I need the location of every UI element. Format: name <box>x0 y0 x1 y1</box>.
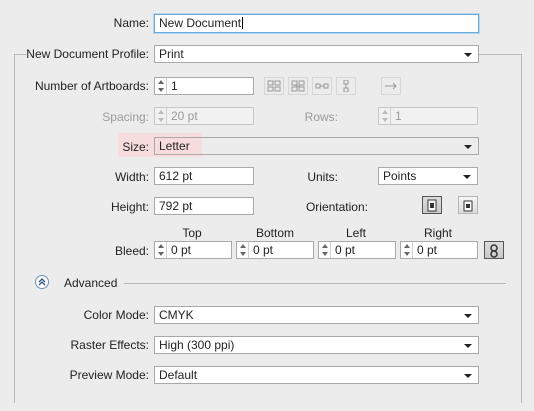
artboards-value: 1 <box>171 79 178 93</box>
size-value: Letter <box>159 139 190 153</box>
bleed-bottom-value: 0 pt <box>253 243 274 257</box>
bleed-label: Bleed: <box>114 244 149 258</box>
chevron-down-icon <box>464 145 472 149</box>
bleed-link-button[interactable] <box>484 241 504 259</box>
arrange-by-row-icon <box>315 83 329 89</box>
artboards-stepper[interactable]: 1 <box>154 77 254 95</box>
height-value: 792 pt <box>159 199 193 213</box>
landscape-icon <box>463 200 473 212</box>
grid-by-column-icon <box>291 80 305 92</box>
portrait-icon <box>427 199 437 212</box>
grid-by-row-icon <box>267 80 281 92</box>
chain-link-icon <box>490 244 498 258</box>
height-label: Height: <box>110 200 149 214</box>
advanced-divider <box>124 283 506 284</box>
bleed-right-label: Right <box>423 226 452 240</box>
stepper-arrows-icon[interactable] <box>156 79 166 93</box>
rows-stepper[interactable]: 1 <box>378 107 478 125</box>
collapse-up-icon <box>38 278 46 286</box>
advanced-label: Advanced <box>64 276 118 290</box>
chevron-down-icon <box>464 314 472 318</box>
width-value: 612 pt <box>159 169 193 183</box>
advanced-toggle-button[interactable] <box>35 275 49 289</box>
grid-by-row-button[interactable] <box>264 77 284 95</box>
bleed-right-stepper[interactable]: 0 pt <box>400 241 478 259</box>
name-value: New Document <box>159 16 242 30</box>
name-label: Name: <box>113 16 149 30</box>
stepper-arrows-icon[interactable] <box>156 243 166 257</box>
color-mode-value: CMYK <box>159 308 194 322</box>
right-to-left-button[interactable] <box>381 77 401 95</box>
arrange-by-column-icon <box>343 80 349 92</box>
units-label: Units: <box>307 170 338 184</box>
size-label: Size: <box>122 140 149 154</box>
chevron-down-icon <box>464 374 472 378</box>
text-caret <box>242 17 244 29</box>
color-mode-dropdown[interactable]: CMYK <box>154 306 479 324</box>
bleed-bottom-stepper[interactable]: 0 pt <box>236 241 314 259</box>
spacing-value: 20 pt <box>171 109 198 123</box>
profile-value: Print <box>159 47 184 61</box>
stepper-arrows-icon[interactable] <box>320 243 330 257</box>
height-input[interactable]: 792 pt <box>154 197 254 215</box>
preview-mode-dropdown[interactable]: Default <box>154 366 479 384</box>
bleed-bottom-label: Bottom <box>255 226 294 240</box>
landscape-button[interactable] <box>458 196 478 214</box>
units-dropdown[interactable]: Points <box>378 167 478 185</box>
orientation-label: Orientation: <box>305 200 368 214</box>
arrange-by-column-button[interactable] <box>336 77 356 95</box>
profile-dropdown[interactable]: Print <box>154 45 479 63</box>
bleed-top-label: Top <box>182 226 202 240</box>
portrait-button[interactable] <box>422 196 442 214</box>
bleed-top-value: 0 pt <box>171 243 192 257</box>
raster-effects-value: High (300 ppi) <box>159 338 235 352</box>
bleed-left-value: 0 pt <box>335 243 356 257</box>
stepper-arrows-icon[interactable] <box>402 243 412 257</box>
bleed-left-label: Left <box>345 226 366 240</box>
width-input[interactable]: 612 pt <box>154 167 254 185</box>
size-dropdown[interactable]: Letter <box>154 137 479 155</box>
preview-mode-value: Default <box>159 368 198 382</box>
profile-label: New Document Profile: <box>26 47 149 61</box>
rows-value: 1 <box>395 109 402 123</box>
grid-by-column-button[interactable] <box>288 77 308 95</box>
spacing-label: Spacing: <box>102 110 149 124</box>
stepper-arrows-icon[interactable] <box>238 243 248 257</box>
bleed-right-value: 0 pt <box>417 243 438 257</box>
units-value: Points <box>383 169 417 183</box>
raster-effects-label: Raster Effects: <box>70 338 149 352</box>
name-input[interactable]: New Document <box>154 14 479 33</box>
bleed-top-stepper[interactable]: 0 pt <box>154 241 232 259</box>
chevron-down-icon <box>464 344 472 348</box>
bleed-left-stepper[interactable]: 0 pt <box>318 241 396 259</box>
spacing-stepper[interactable]: 20 pt <box>154 107 254 125</box>
stepper-arrows-icon[interactable] <box>380 109 390 123</box>
preview-mode-label: Preview Mode: <box>69 368 149 382</box>
stepper-arrows-icon[interactable] <box>156 109 166 123</box>
color-mode-label: Color Mode: <box>83 308 149 322</box>
arrange-by-row-button[interactable] <box>312 77 332 95</box>
chevron-down-icon <box>464 53 472 57</box>
width-label: Width: <box>114 170 149 184</box>
chevron-down-icon <box>463 175 471 179</box>
right-to-left-icon <box>385 82 397 90</box>
raster-effects-dropdown[interactable]: High (300 ppi) <box>154 336 479 354</box>
artboards-label: Number of Artboards: <box>34 79 149 93</box>
rows-label: Rows: <box>304 110 338 124</box>
